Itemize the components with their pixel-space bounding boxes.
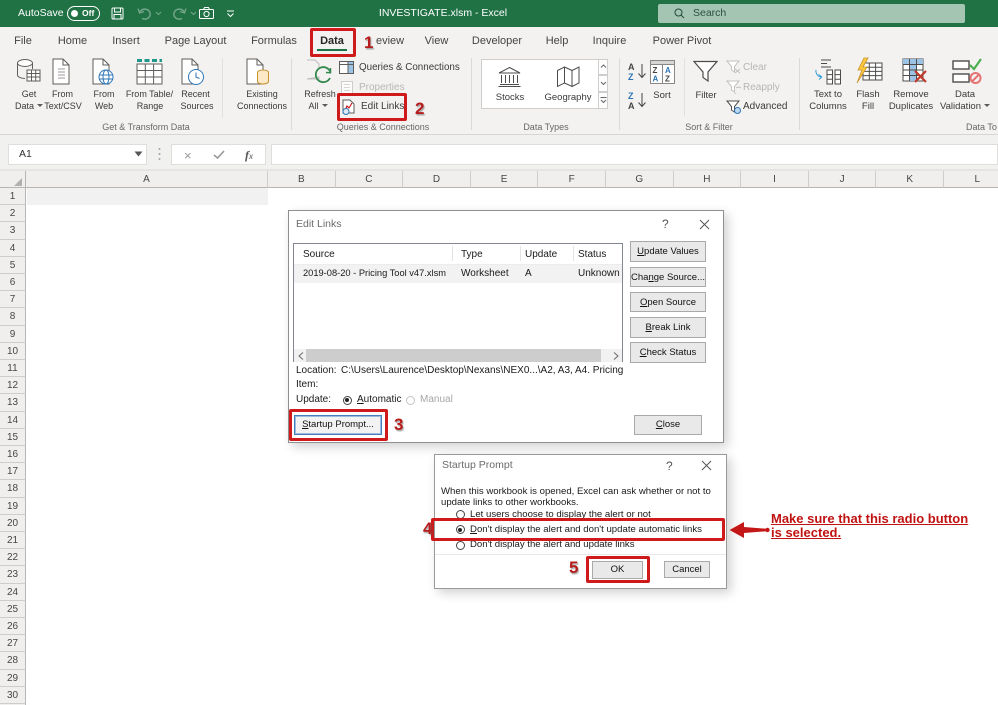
svg-text:A: A [628,62,635,72]
svg-text:Z: Z [628,72,634,81]
svg-text:A: A [653,75,659,84]
svg-text:Z: Z [665,75,670,84]
